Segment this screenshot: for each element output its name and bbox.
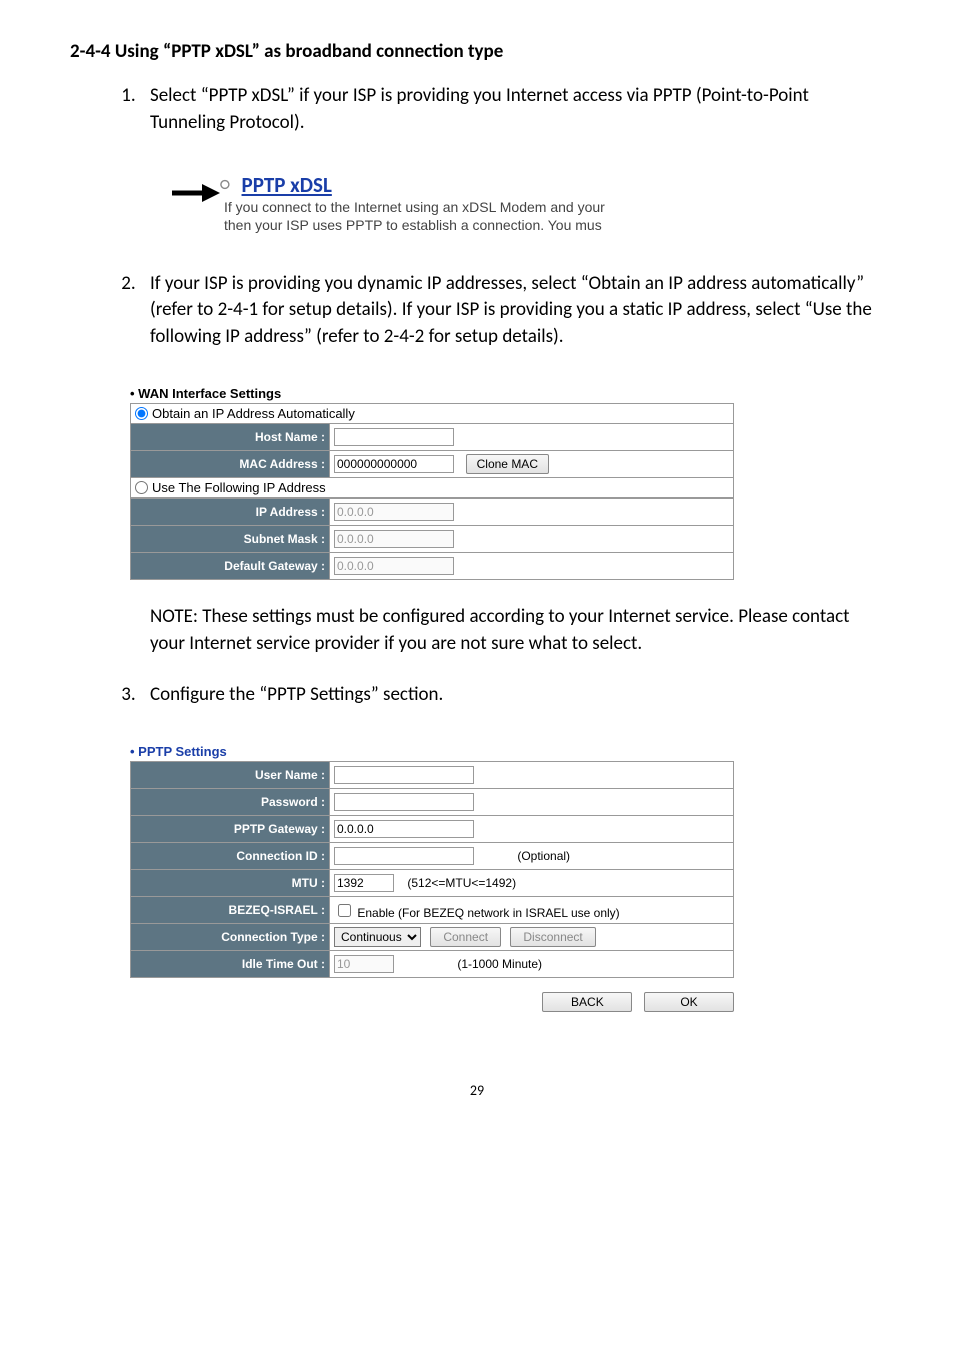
radio-use-following[interactable] — [135, 481, 148, 494]
pptp-gateway-input[interactable] — [334, 820, 474, 838]
default-gateway-input[interactable] — [334, 557, 454, 575]
mac-address-label: MAC Address : — [131, 451, 330, 478]
connection-id-input[interactable] — [334, 847, 474, 865]
user-name-input[interactable] — [334, 766, 474, 784]
arrow-icon — [170, 178, 220, 208]
connection-id-label: Connection ID : — [131, 843, 330, 870]
default-gateway-label: Default Gateway : — [131, 553, 330, 580]
radio-obtain-auto-row[interactable]: Obtain an IP Address Automatically — [130, 403, 734, 423]
pptp-xdsl-desc-2: then your ISP uses PPTP to establish a c… — [224, 216, 605, 234]
user-name-label: User Name : — [131, 762, 330, 789]
bezeq-label: BEZEQ-ISRAEL : — [131, 897, 330, 924]
mac-address-input[interactable] — [334, 455, 454, 473]
connect-button[interactable]: Connect — [430, 927, 501, 947]
ip-address-label: IP Address : — [131, 499, 330, 526]
host-name-label: Host Name : — [131, 424, 330, 451]
ok-button[interactable]: OK — [644, 992, 734, 1012]
wan-settings-title: WAN Interface Settings — [130, 386, 734, 401]
bezeq-checkbox[interactable] — [338, 904, 351, 917]
pptp-xdsl-radio-icon: ○ — [220, 173, 230, 195]
pptp-xdsl-link[interactable]: PPTP xDSL — [242, 172, 332, 198]
pptp-settings-title: PPTP Settings — [130, 744, 734, 759]
disconnect-button[interactable]: Disconnect — [510, 927, 595, 947]
subnet-mask-label: Subnet Mask : — [131, 526, 330, 553]
idle-timeout-input[interactable] — [334, 955, 394, 973]
connection-id-optional: (Optional) — [517, 849, 570, 863]
step-2: If your ISP is providing you dynamic IP … — [140, 271, 884, 351]
ip-address-input[interactable] — [334, 503, 454, 521]
password-input[interactable] — [334, 793, 474, 811]
clone-mac-button[interactable]: Clone MAC — [466, 454, 549, 474]
subnet-mask-input[interactable] — [334, 530, 454, 548]
page-number: 29 — [70, 1082, 884, 1099]
idle-timeout-range: (1-1000 Minute) — [457, 957, 542, 971]
section-title: 2-4-4 Using “PPTP xDSL” as broadband con… — [70, 40, 884, 63]
connection-type-label: Connection Type : — [131, 924, 330, 951]
radio-use-following-label: Use The Following IP Address — [152, 480, 326, 495]
step-3: Configure the “PPTP Settings” section. — [140, 682, 884, 709]
step-1: Select “PPTP xDSL” if your ISP is provid… — [140, 83, 884, 136]
pptp-xdsl-desc-1: If you connect to the Internet using an … — [224, 198, 605, 216]
radio-use-following-row[interactable]: Use The Following IP Address — [130, 478, 734, 498]
radio-obtain-auto[interactable] — [135, 407, 148, 420]
mtu-input[interactable] — [334, 874, 394, 892]
bezeq-enable-label: Enable (For BEZEQ network in ISRAEL use … — [357, 906, 619, 920]
back-button[interactable]: BACK — [542, 992, 632, 1012]
pptp-gateway-label: PPTP Gateway : — [131, 816, 330, 843]
password-label: Password : — [131, 789, 330, 816]
mtu-label: MTU : — [131, 870, 330, 897]
mtu-range: (512<=MTU<=1492) — [407, 876, 516, 890]
radio-obtain-auto-label: Obtain an IP Address Automatically — [152, 406, 355, 421]
note-text: NOTE: These settings must be configured … — [150, 604, 884, 657]
idle-timeout-label: Idle Time Out : — [131, 951, 330, 978]
connection-type-select[interactable]: Continuous — [334, 927, 421, 947]
host-name-input[interactable] — [334, 428, 454, 446]
